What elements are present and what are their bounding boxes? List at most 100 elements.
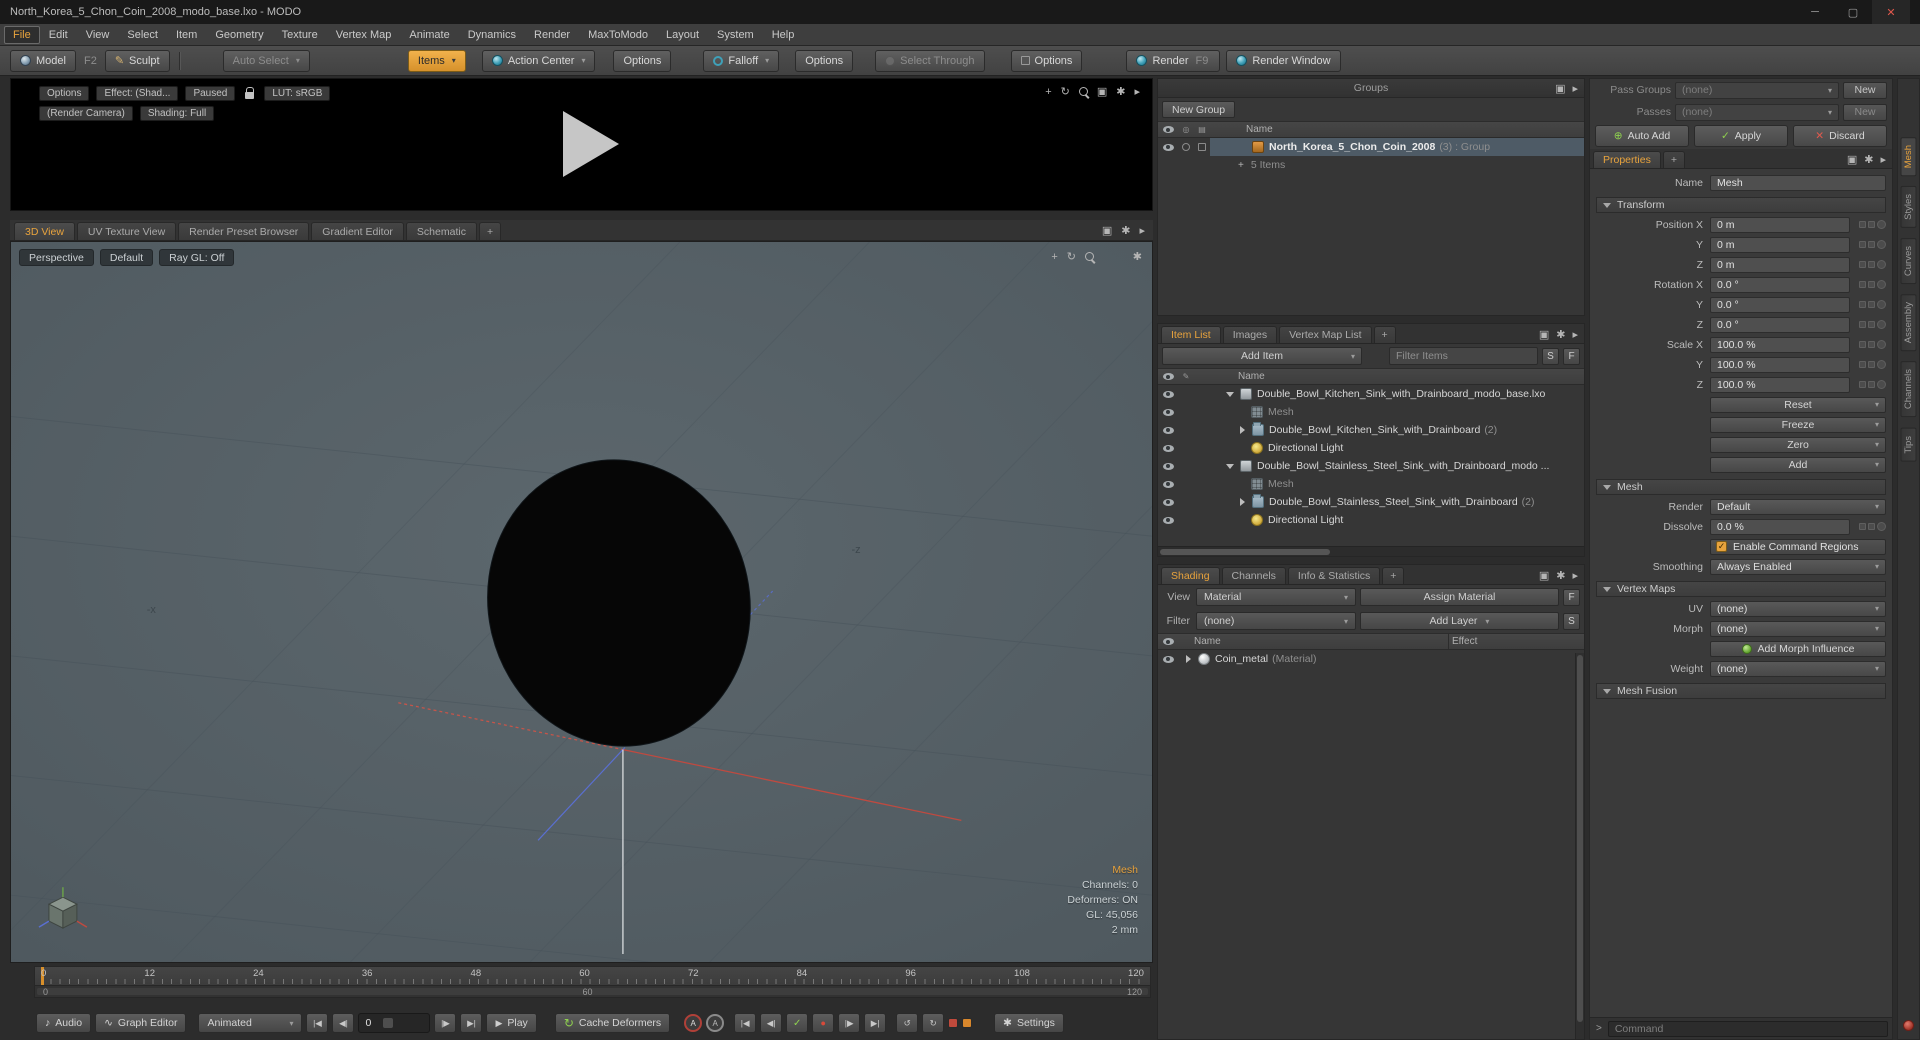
render-toggle-icon[interactable] [1182,143,1190,151]
preview-options-button[interactable]: Options [39,86,90,101]
flyout-icon[interactable]: ▸ [1139,224,1145,237]
tab-vertex-map-list[interactable]: Vertex Map List [1279,326,1372,343]
loop-backward-icon[interactable]: ↺ [896,1013,919,1033]
render-dropdown[interactable]: Default ▾ [1710,498,1886,515]
play-button[interactable]: ▶ Play [486,1013,537,1033]
tab-info-statistics[interactable]: Info & Statistics [1287,567,1381,584]
pass-groups-dropdown[interactable]: (none) ▾ [1675,81,1839,99]
envelope-icon[interactable] [1868,381,1875,388]
side-tab-curves[interactable]: Curves [1900,238,1917,285]
search-mode-button[interactable]: S [1542,347,1559,365]
previous-key-step-button[interactable]: ◀| [760,1013,783,1033]
record-button[interactable]: ● [812,1013,835,1033]
add-tab-button[interactable]: + [1382,567,1405,584]
morph-dropdown[interactable]: (none) ▾ [1710,620,1886,637]
envelope-icon[interactable] [1868,261,1875,268]
keyframe-icon[interactable] [1859,281,1866,288]
item-row-light[interactable]: Directional Light [1158,511,1584,529]
channel-state-icon[interactable] [1877,300,1886,309]
tab-item-list[interactable]: Item List [1161,326,1221,343]
rotation-x-field[interactable]: 0.0 ° [1710,276,1850,293]
menu-texture[interactable]: Texture [273,26,327,44]
shading-f-button[interactable]: F [1563,588,1580,606]
add-item-dropdown[interactable]: Add Item ▾ [1162,347,1362,365]
side-tab-mesh[interactable]: Mesh [1900,137,1917,177]
preview-shading-button[interactable]: Shading: Full [139,106,215,121]
shading-style-button[interactable]: Default [99,249,154,266]
flyout-icon[interactable]: ▸ [1880,153,1886,166]
tab-properties[interactable]: Properties [1593,151,1661,168]
keyframe-icon[interactable] [1859,321,1866,328]
timeline-ruler[interactable]: 0 12 24 36 48 60 72 84 96 108 120 [34,966,1151,986]
auto-add-button[interactable]: ⊕ Auto Add [1595,125,1689,147]
horizontal-scrollbar[interactable] [1158,546,1584,556]
passes-dropdown[interactable]: (none) ▾ [1675,103,1839,121]
position-z-field[interactable]: 0 m [1710,256,1850,273]
keyframe-icon[interactable] [1859,221,1866,228]
add-key-button[interactable]: ✓ [786,1013,809,1033]
loop-forward-icon[interactable]: ↻ [922,1013,945,1033]
preview-camera-button[interactable]: (Render Camera) [39,106,133,121]
expand-arrow-icon[interactable] [1240,426,1245,434]
play-overlay-icon[interactable] [563,111,619,177]
rotation-z-field[interactable]: 0.0 ° [1710,316,1850,333]
add-tab-button[interactable]: + [478,222,502,240]
envelope-icon[interactable] [1868,281,1875,288]
name-column-header[interactable]: Name [1194,371,1265,382]
next-key-step-button[interactable]: |▶ [838,1013,861,1033]
maximize-icon[interactable]: ▣ [1555,82,1565,95]
visibility-eye-icon[interactable] [1162,444,1174,452]
passes-new-button[interactable]: New [1843,103,1887,121]
maximize-icon[interactable]: ▣ [1097,85,1107,98]
menu-layout[interactable]: Layout [657,26,708,44]
falloff-dropdown[interactable]: Falloff ▾ [703,49,780,72]
tab-schematic[interactable]: Schematic [405,222,477,240]
channel-state-icon[interactable] [1877,380,1886,389]
view-dropdown[interactable]: Material ▾ [1196,588,1356,606]
add-morph-influence-button[interactable]: Add Morph Influence [1710,640,1886,657]
envelope-icon[interactable] [1868,301,1875,308]
keyframe-icon[interactable] [1859,241,1866,248]
group-row[interactable]: North_Korea_5_Chon_Coin_2008 (3) : Group [1158,138,1584,156]
channel-state-icon[interactable] [1877,320,1886,329]
render-window-button[interactable]: Render Window [1226,49,1341,72]
red-marker-icon[interactable] [948,1018,959,1028]
visibility-eye-icon[interactable] [1162,426,1174,434]
keyframe-icon[interactable] [1859,261,1866,268]
apply-button[interactable]: ✓ Apply [1694,125,1788,147]
gear-icon[interactable]: ✱ [1556,328,1565,341]
viewport-3d[interactable]: -x -z Perspective Default Ray GL: Off + … [10,241,1153,963]
tab-gradient-editor[interactable]: Gradient Editor [311,222,404,240]
item-name-field[interactable]: Mesh [1710,174,1886,191]
flyout-icon[interactable]: ▸ [1572,82,1578,95]
tab-uv-texture-view[interactable]: UV Texture View [76,222,177,240]
close-button[interactable]: ✕ [1872,0,1910,24]
item-row-folder[interactable]: Double_Bowl_Stainless_Steel_Sink_with_Dr… [1158,493,1584,511]
side-tab-styles[interactable]: Styles [1900,186,1917,229]
cache-deformers-button[interactable]: ↻ Cache Deformers [554,1013,671,1033]
raygl-button[interactable]: Ray GL: Off [159,249,235,266]
freeze-button[interactable]: Freeze ▾ [1710,416,1886,433]
tab-shading[interactable]: Shading [1161,567,1220,584]
channel-state-icon[interactable] [1877,360,1886,369]
render-button[interactable]: Render F9 [1126,49,1221,72]
channel-state-icon[interactable] [1877,260,1886,269]
envelope-icon[interactable] [1868,241,1875,248]
weight-dropdown[interactable]: (none) ▾ [1710,660,1886,677]
animation-options-icon[interactable]: A [706,1014,725,1032]
vertical-scrollbar[interactable] [1575,653,1584,1039]
filter-dropdown[interactable]: (none) ▾ [1196,612,1356,630]
channel-state-icon[interactable] [1877,240,1886,249]
side-tab-tips[interactable]: Tips [1900,427,1917,462]
add-tab-button[interactable]: + [1373,326,1396,343]
preview-pause-button[interactable]: Paused [185,86,236,101]
viewport-gear-icon[interactable]: ✱ [1133,250,1142,263]
falloff-options-button[interactable]: Options [795,49,854,72]
maximize-icon[interactable]: ▣ [1539,328,1549,341]
new-group-button[interactable]: New Group [1162,101,1236,118]
menu-help[interactable]: Help [763,26,804,44]
item-row-scene[interactable]: Double_Bowl_Stainless_Steel_Sink_with_Dr… [1158,457,1584,475]
dissolve-field[interactable]: 0.0 % [1710,518,1850,535]
visibility-eye-icon[interactable] [1162,498,1174,506]
visibility-eye-icon[interactable] [1162,462,1174,470]
